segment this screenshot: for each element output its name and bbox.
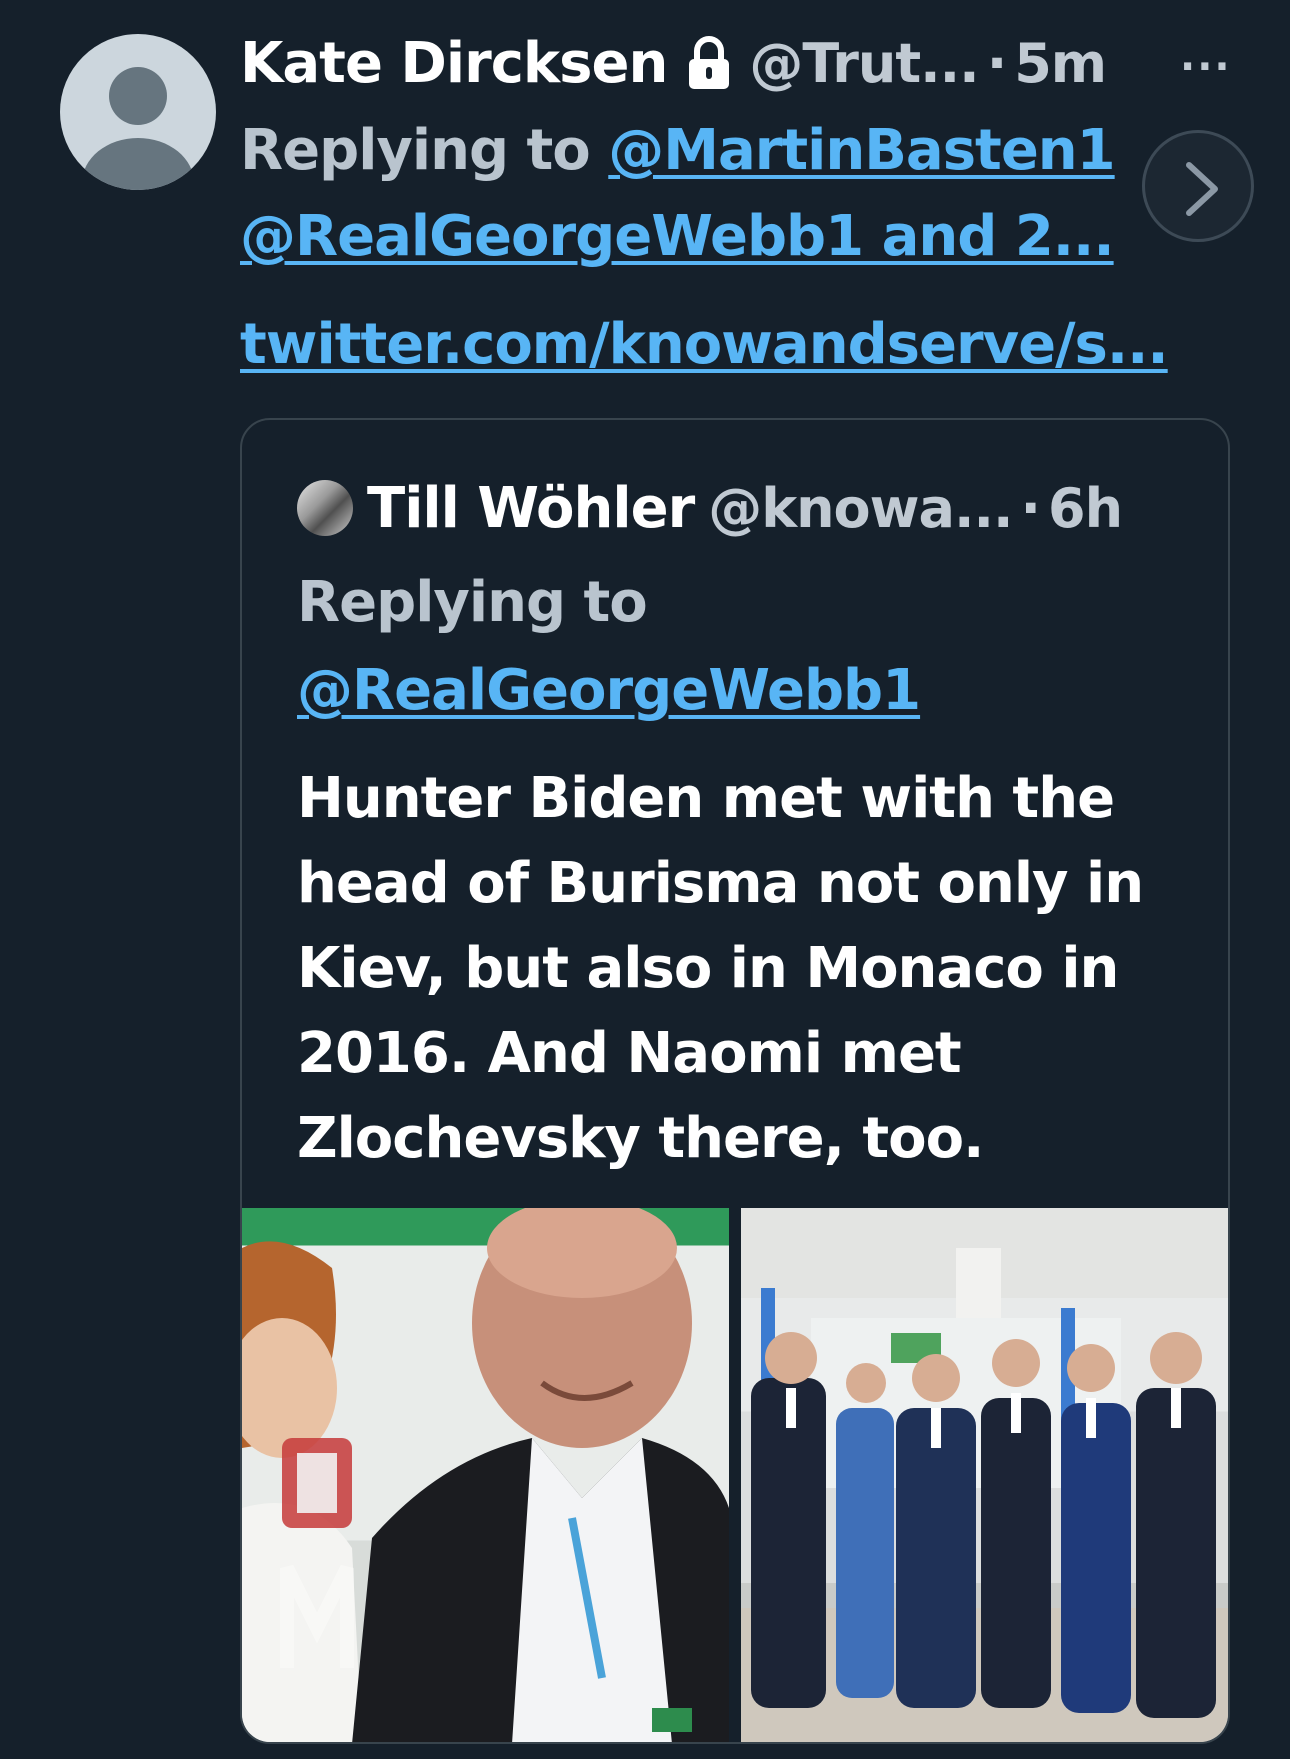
replying-to: Replying to @MartinBasten1 (240, 118, 1116, 183)
quoted-replying-prefix: Replying to (297, 570, 648, 635)
default-avatar-head (109, 67, 167, 125)
author-handle[interactable]: @Trut... (749, 32, 979, 95)
url-link[interactable]: twitter.com/knowandserve/s... (240, 312, 1169, 377)
tweet-link: twitter.com/knowandserve/s... (240, 312, 1169, 377)
more-icon[interactable]: ··· (1180, 44, 1232, 90)
quoted-mention-link[interactable]: @RealGeorgeWebb1 (297, 658, 921, 723)
quoted-tweet-text: Hunter Biden met with the head of Burism… (297, 766, 1144, 1171)
quoted-tweet[interactable]: Till Wöhler @knowa... · 6h Replying to @… (240, 418, 1230, 1744)
lock-icon (685, 35, 733, 91)
media-photo[interactable] (741, 1208, 1228, 1742)
replying-prefix: Replying to (240, 118, 591, 183)
separator-dot: · (986, 31, 1007, 95)
author-name[interactable]: Kate Dircksen (240, 31, 668, 96)
quoted-media-grid (242, 1208, 1228, 1742)
media-photo[interactable] (242, 1208, 729, 1742)
replying-to-continued: @RealGeorgeWebb1 and 2... (240, 204, 1115, 269)
quoted-author-avatar[interactable] (297, 480, 353, 536)
tweet-timestamp[interactable]: 5m (1014, 32, 1107, 95)
quoted-replying-to: @RealGeorgeWebb1 (297, 658, 921, 723)
mention-link[interactable]: @RealGeorgeWebb1 and 2... (240, 204, 1115, 269)
author-avatar[interactable] (60, 34, 216, 190)
tweet-header: Kate Dircksen @Trut... · 5m (240, 28, 1240, 98)
separator-dot: · (1020, 476, 1041, 540)
quoted-tweet-timestamp[interactable]: 6h (1048, 477, 1123, 540)
quoted-author-handle[interactable]: @knowa... (708, 477, 1013, 540)
default-avatar-body (82, 138, 194, 190)
next-button[interactable] (1142, 130, 1254, 242)
quoted-tweet-header: Till Wöhler @knowa... · 6h (297, 476, 1123, 541)
quoted-author-name[interactable]: Till Wöhler (367, 476, 695, 541)
mention-link[interactable]: @MartinBasten1 (608, 118, 1115, 183)
